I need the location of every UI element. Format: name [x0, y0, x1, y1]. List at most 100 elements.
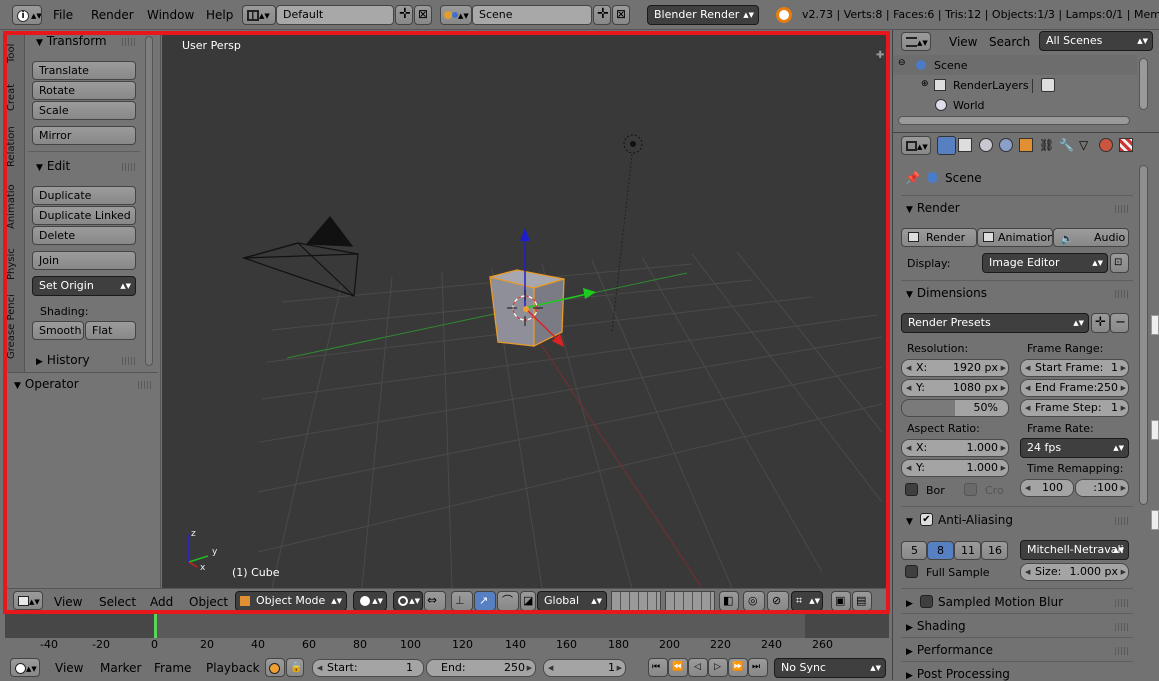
duplicate-button[interactable]: Duplicate: [32, 186, 136, 205]
jump-start-button[interactable]: ⏮: [648, 658, 668, 677]
transform-orient-button[interactable]: ◪: [520, 591, 536, 611]
properties-context-tabs[interactable]: ⛓ 🔧 ▽: [937, 136, 1137, 156]
aa-samples-16[interactable]: 16: [981, 541, 1008, 560]
layer-buttons-right[interactable]: [665, 591, 715, 611]
viewport-shading-select[interactable]: ▲▼: [353, 591, 387, 611]
data-context-icon[interactable]: ▽: [1079, 138, 1088, 152]
pin-icon[interactable]: 📌: [905, 171, 920, 185]
set-origin-select[interactable]: Set Origin ▲▼: [32, 276, 136, 296]
texture-context-icon[interactable]: [1119, 138, 1133, 152]
anti-aliasing-checkbox[interactable]: ✔: [920, 513, 933, 526]
menu-help[interactable]: Help: [206, 0, 233, 30]
timeline[interactable]: [5, 614, 889, 654]
marker-menu[interactable]: Marker: [100, 661, 141, 675]
start-frame-prop-field[interactable]: ◀ Start Frame: 1 ▶: [1020, 359, 1129, 377]
delete-button[interactable]: Delete: [32, 226, 136, 245]
dimensions-panel-header[interactable]: ▼ Dimensions: [906, 286, 987, 300]
post-processing-panel-header[interactable]: ▶ Post Processing: [906, 667, 1010, 681]
snap-toggle-button[interactable]: ⊘: [767, 591, 789, 611]
render-still-button[interactable]: ▣: [831, 591, 851, 611]
render-image-button[interactable]: Render: [901, 228, 977, 247]
edit-panel-header[interactable]: ▼ Edit: [36, 159, 70, 173]
editor-type-info-button[interactable]: i ▲▼: [12, 5, 42, 25]
lock-layers-button[interactable]: ◧: [719, 591, 739, 611]
remap-new-field[interactable]: :100 ▶: [1075, 479, 1129, 497]
history-panel-header[interactable]: ▶ History: [36, 353, 90, 367]
interaction-mode-select[interactable]: Object Mode ▲▼: [235, 591, 347, 611]
motion-blur-panel-header[interactable]: ▶: [906, 595, 917, 609]
select-menu[interactable]: Select: [99, 595, 136, 609]
render-context-icon[interactable]: [937, 136, 956, 155]
playback-menu[interactable]: Playback: [206, 661, 260, 675]
shading-grip[interactable]: [1115, 623, 1129, 631]
tab-tool[interactable]: Tool: [6, 40, 22, 66]
performance-panel-header[interactable]: ▶ Performance: [906, 643, 993, 657]
start-frame-field[interactable]: ◀ Start: 1: [312, 659, 424, 677]
transform-panel-header[interactable]: ▼ Transform: [36, 34, 107, 48]
anti-aliasing-panel-header[interactable]: ▼: [906, 513, 917, 527]
frame-rate-select[interactable]: 24 fps ▲▼: [1020, 438, 1129, 458]
scale-button[interactable]: Scale: [32, 101, 136, 120]
operator-panel-header[interactable]: ▼ Operator: [14, 377, 79, 391]
outliner-renderlayers-label[interactable]: RenderLayers: [953, 79, 1029, 92]
jump-end-button[interactable]: ⏭: [748, 658, 768, 677]
dimensions-panel-grip[interactable]: [1115, 290, 1129, 298]
jump-keyframe-back-button[interactable]: ⏪: [668, 658, 688, 677]
display-select[interactable]: Image Editor ▲▼: [982, 253, 1108, 273]
menu-render[interactable]: Render: [91, 0, 134, 30]
tab-animation[interactable]: Animatio: [6, 180, 22, 234]
camera-object[interactable]: [241, 216, 359, 297]
viewport-corner-plus-icon[interactable]: ✚: [876, 50, 884, 61]
outliner-row-scene[interactable]: [893, 55, 1137, 75]
snap-element-select[interactable]: ⌗ ▲▼: [791, 591, 823, 611]
render-layers-context-icon[interactable]: [958, 138, 972, 152]
current-frame-marker[interactable]: [154, 614, 157, 638]
outliner-world-label[interactable]: World: [953, 99, 985, 112]
modifiers-context-icon[interactable]: 🔧: [1059, 138, 1074, 152]
remove-preset-button[interactable]: −: [1110, 313, 1129, 333]
resolution-y-field[interactable]: ◀ Y: 1080 px ▶: [901, 379, 1009, 397]
object-menu[interactable]: Object: [189, 595, 228, 609]
filter-size-field[interactable]: ◀ Size: 1.000 px ▶: [1020, 563, 1129, 581]
transform-orientation-select[interactable]: Global ▲▼: [537, 591, 607, 611]
aa-panel-grip[interactable]: [1115, 517, 1129, 525]
tab-physics[interactable]: Physic: [6, 244, 22, 284]
frame-step-field[interactable]: ◀ Frame Step: 1 ▶: [1020, 399, 1129, 417]
motion-blur-checkbox[interactable]: [920, 595, 933, 608]
properties-scrollbar[interactable]: [1139, 165, 1148, 505]
play-reverse-button[interactable]: ◁: [688, 658, 708, 677]
full-sample-checkbox[interactable]: [905, 565, 918, 578]
menu-file[interactable]: File: [53, 0, 73, 30]
jump-keyframe-forward-button[interactable]: ⏩: [728, 658, 748, 677]
border-checkbox[interactable]: [905, 483, 918, 496]
translate-manipulator-button[interactable]: ⊥: [451, 591, 473, 611]
editor-type-timeline-button[interactable]: ▲▼: [10, 658, 40, 677]
render-anim-button[interactable]: ▤: [852, 591, 872, 611]
timeline-view-menu[interactable]: View: [55, 661, 83, 675]
outliner-vscrollbar[interactable]: [1139, 58, 1148, 110]
3d-viewport[interactable]: z y x User Persp (1) Cube ✚: [162, 32, 887, 588]
manipulator-toggle[interactable]: ⇔: [424, 591, 446, 611]
current-frame-field[interactable]: ◀ 1 ▶: [543, 659, 626, 677]
delete-layout-button[interactable]: ⊠: [414, 5, 432, 25]
aa-samples-8[interactable]: 8: [927, 541, 954, 560]
delete-scene-button[interactable]: ⊠: [612, 5, 630, 25]
add-preset-button[interactable]: ✛: [1091, 313, 1110, 333]
pivot-point-select[interactable]: ▲▼: [393, 591, 423, 611]
scale-manipulator-button[interactable]: ⌒: [497, 591, 519, 611]
object-context-icon[interactable]: [1019, 138, 1033, 152]
scene-icon-button[interactable]: ▲▼: [440, 5, 472, 25]
world-context-icon[interactable]: [999, 138, 1013, 152]
duplicate-linked-button[interactable]: Duplicate Linked: [32, 206, 136, 225]
rotate-button[interactable]: Rotate: [32, 81, 136, 100]
editor-type-outliner-button[interactable]: ▲▼: [901, 32, 931, 51]
crop-checkbox[interactable]: [964, 483, 977, 496]
shading-panel-header[interactable]: ▶ Shading: [906, 619, 966, 633]
add-scene-button[interactable]: ✛: [593, 5, 611, 25]
aa-filter-select[interactable]: Mitchell-Netravali ▲▼: [1020, 540, 1129, 560]
render-audio-button[interactable]: 🔈 Audio: [1053, 228, 1129, 247]
add-menu[interactable]: Add: [150, 595, 173, 609]
menu-window[interactable]: Window: [147, 0, 194, 30]
motion-blur-grip[interactable]: [1115, 599, 1129, 607]
smooth-button[interactable]: Smooth: [32, 321, 84, 340]
